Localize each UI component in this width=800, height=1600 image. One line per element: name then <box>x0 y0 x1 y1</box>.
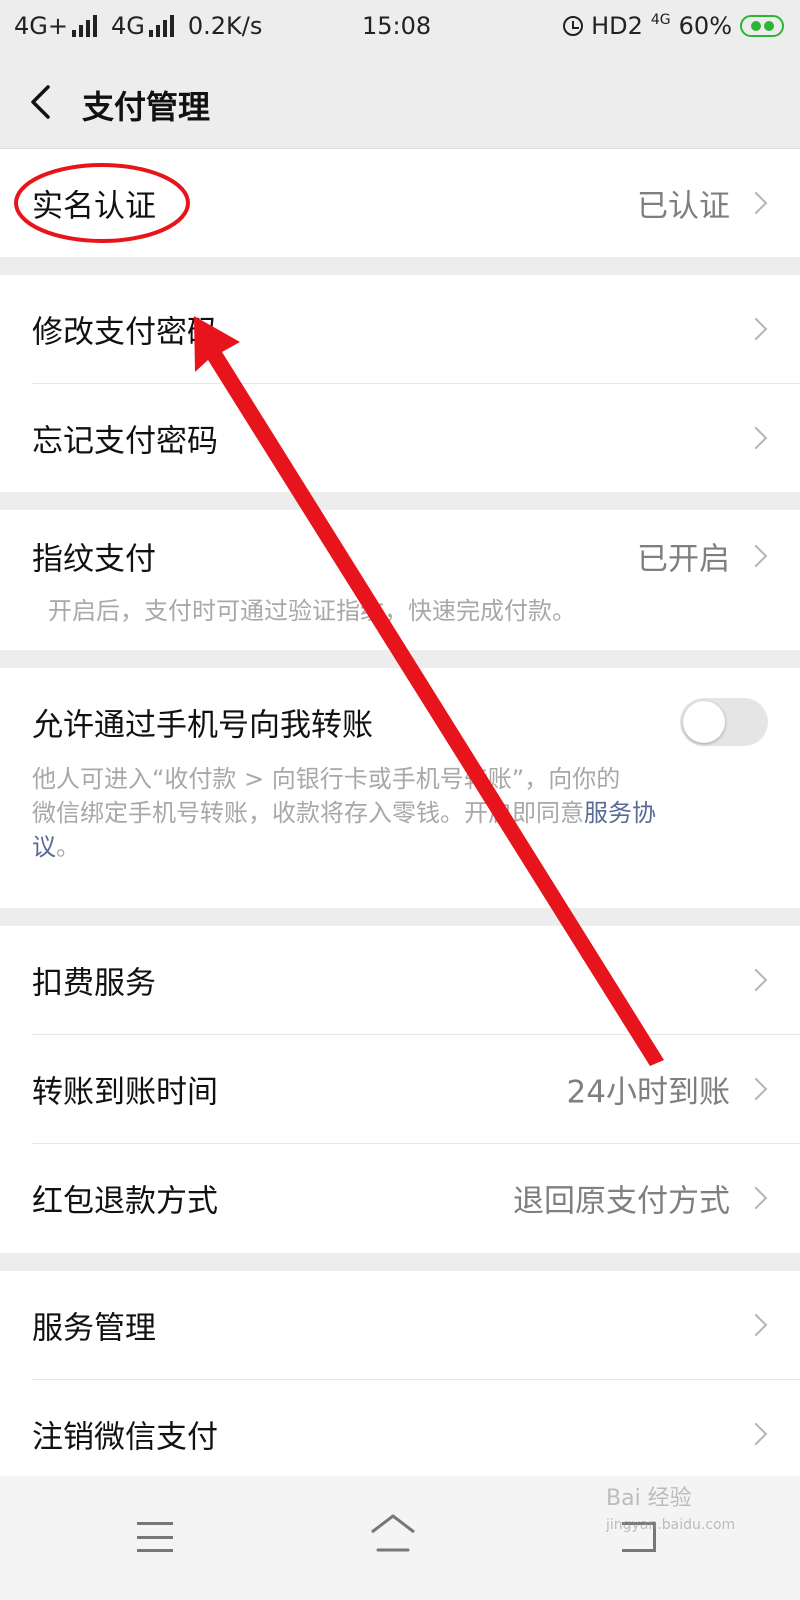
desc-line-1: 他人可进入“收付款 > 向银行卡或手机号转账”，向你的 <box>32 765 621 793</box>
forgot-password-label: 忘记支付密码 <box>32 423 218 460</box>
chevron-right-icon <box>744 426 768 450</box>
watermark: Bai 经验 jingyan.baidu.com <box>606 1486 735 1538</box>
back-arrow-icon[interactable] <box>28 84 54 120</box>
hd-indicator: HD2 <box>591 12 643 40</box>
deduction-label: 扣费服务 <box>32 965 156 1002</box>
password-group: 修改支付密码 忘记支付密码 <box>0 275 800 492</box>
fingerprint-group: 指纹支付 已开启 开启后，支付时可通过验证指纹，快速完成付款。 <box>0 510 800 650</box>
phone-transfer-toggle[interactable] <box>680 698 768 746</box>
realname-row[interactable]: 实名认证 已认证 <box>0 149 800 257</box>
refund-method-row[interactable]: 红包退款方式 退回原支付方式 <box>0 1144 800 1252</box>
manage-group: 服务管理 注销微信支付 <box>0 1271 800 1476</box>
desc-line-2-text: 微信绑定手机号转账，收款将存入零钱。开启即同意 <box>32 799 584 827</box>
home-icon[interactable] <box>368 1510 418 1560</box>
signal-icon <box>71 15 97 37</box>
service-manage-row[interactable]: 服务管理 <box>0 1271 800 1379</box>
chevron-right-icon <box>744 544 768 568</box>
fingerprint-row[interactable]: 指纹支付 已开启 <box>0 510 800 602</box>
chevron-right-icon <box>744 317 768 341</box>
toggle-knob <box>683 701 725 743</box>
alarm-icon <box>563 16 584 36</box>
deduction-row[interactable]: 扣费服务 <box>0 926 800 1034</box>
fingerprint-label: 指纹支付 <box>32 541 156 578</box>
cancel-pay-row[interactable]: 注销微信支付 <box>0 1380 800 1488</box>
transfer-time-value: 24小时到账 <box>566 1074 730 1111</box>
status-bar: 4G+ 4G 0.2K/s 15:08 HD2 4G 60% <box>0 0 800 56</box>
forgot-password-row[interactable]: 忘记支付密码 <box>0 384 800 492</box>
chevron-right-icon <box>744 191 768 215</box>
transfer-time-label: 转账到账时间 <box>32 1074 218 1111</box>
change-password-row[interactable]: 修改支付密码 <box>0 275 800 383</box>
fingerprint-description: 开启后，支付时可通过验证指纹，快速完成付款。 <box>48 597 576 625</box>
transfer-time-row[interactable]: 转账到账时间 24小时到账 <box>0 1035 800 1143</box>
phone-transfer-label: 允许通过手机号向我转账 <box>32 707 373 744</box>
network-type-2: 4G <box>110 12 145 40</box>
refund-method-label: 红包退款方式 <box>32 1183 218 1220</box>
battery-percent: 60% <box>678 12 732 40</box>
realname-group: 实名认证 已认证 <box>0 149 800 257</box>
realname-status: 已认证 <box>637 188 730 225</box>
page-title: 支付管理 <box>82 88 211 126</box>
service-agreement-link[interactable]: 服务协 <box>584 799 656 827</box>
chevron-right-icon <box>744 968 768 992</box>
refund-method-value: 退回原支付方式 <box>513 1183 730 1220</box>
chevron-right-icon <box>744 1077 768 1101</box>
chevron-right-icon <box>744 1186 768 1210</box>
service-manage-label: 服务管理 <box>32 1310 156 1347</box>
phone-transfer-description: 他人可进入“收付款 > 向银行卡或手机号转账”，向你的 微信绑定手机号转账，收款… <box>32 762 762 864</box>
chevron-right-icon <box>744 1313 768 1337</box>
service-group: 扣费服务 转账到账时间 24小时到账 红包退款方式 退回原支付方式 <box>0 926 800 1253</box>
desc-line-2: 微信绑定手机号转账，收款将存入零钱。开启即同意服务协 <box>32 796 762 830</box>
menu-icon[interactable] <box>137 1522 173 1552</box>
network-speed: 0.2K/s <box>187 12 263 40</box>
cancel-pay-label: 注销微信支付 <box>32 1419 218 1456</box>
desc-end: 。 <box>56 833 80 861</box>
clock: 15:08 <box>362 12 432 40</box>
signal-icon-2 <box>148 15 174 37</box>
change-password-label: 修改支付密码 <box>32 314 218 351</box>
chevron-right-icon <box>744 1422 768 1446</box>
network-type-1: 4G+ <box>14 12 68 40</box>
nav-bar: 支付管理 <box>0 56 800 149</box>
service-agreement-link-cont[interactable]: 议 <box>32 833 56 861</box>
watermark-text: Bai 经验 <box>606 1486 692 1511</box>
fingerprint-status: 已开启 <box>637 541 730 578</box>
watermark-url: jingyan.baidu.com <box>606 1517 736 1533</box>
desc-line-3: 议。 <box>32 830 762 864</box>
battery-icon <box>740 15 784 37</box>
net-indicator: 4G <box>650 12 671 28</box>
realname-label: 实名认证 <box>32 188 156 225</box>
phone-transfer-group: 允许通过手机号向我转账 他人可进入“收付款 > 向银行卡或手机号转账”，向你的 … <box>0 668 800 908</box>
